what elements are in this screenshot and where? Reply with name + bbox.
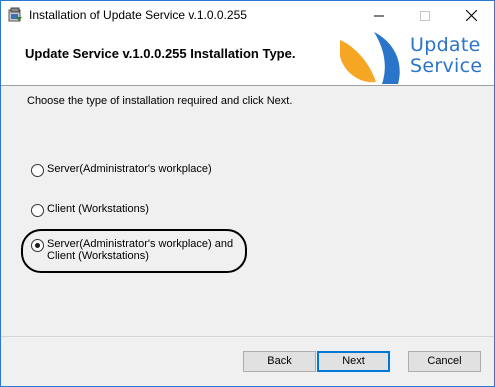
installer-window: Installation of Update Service v.1.0.0.2… (0, 0, 495, 387)
footer-divider (1, 336, 494, 337)
window-title: Installation of Update Service v.1.0.0.2… (29, 8, 247, 22)
option-server-label[interactable]: Server(Administrator's workplace) (47, 163, 212, 175)
option-client[interactable]: Client (Workstations) (31, 203, 149, 217)
next-button[interactable]: Next (317, 351, 390, 372)
option-client-label[interactable]: Client (Workstations) (47, 203, 149, 215)
radio-server-and-client[interactable] (31, 239, 44, 252)
option-server[interactable]: Server(Administrator's workplace) (31, 163, 212, 177)
minimize-button[interactable] (356, 1, 402, 30)
logo-line-1: Update (410, 34, 481, 56)
option-server-and-client[interactable]: Server(Administrator's workplace) and Cl… (31, 238, 247, 262)
cancel-button[interactable]: Cancel (408, 351, 481, 372)
radio-client[interactable] (31, 204, 44, 217)
installer-app-icon (8, 7, 22, 22)
minimize-icon (374, 15, 384, 16)
close-button[interactable] (448, 1, 494, 30)
page-title: Update Service v.1.0.0.255 Installation … (25, 46, 296, 61)
radio-server[interactable] (31, 164, 44, 177)
option-server-and-client-label[interactable]: Server(Administrator's workplace) and Cl… (47, 238, 247, 262)
logo-line-2: Service (410, 55, 483, 77)
wizard-header: Update Service v.1.0.0.255 Installation … (1, 30, 494, 86)
brand-logo-text: Update Service (410, 35, 490, 77)
back-button[interactable]: Back (243, 351, 316, 372)
maximize-button[interactable] (402, 1, 448, 30)
update-service-logo-icon (340, 32, 400, 84)
maximize-icon (420, 10, 430, 21)
title-bar[interactable]: Installation of Update Service v.1.0.0.2… (1, 1, 494, 30)
instruction-text: Choose the type of installation required… (27, 95, 293, 107)
close-icon (465, 10, 477, 21)
